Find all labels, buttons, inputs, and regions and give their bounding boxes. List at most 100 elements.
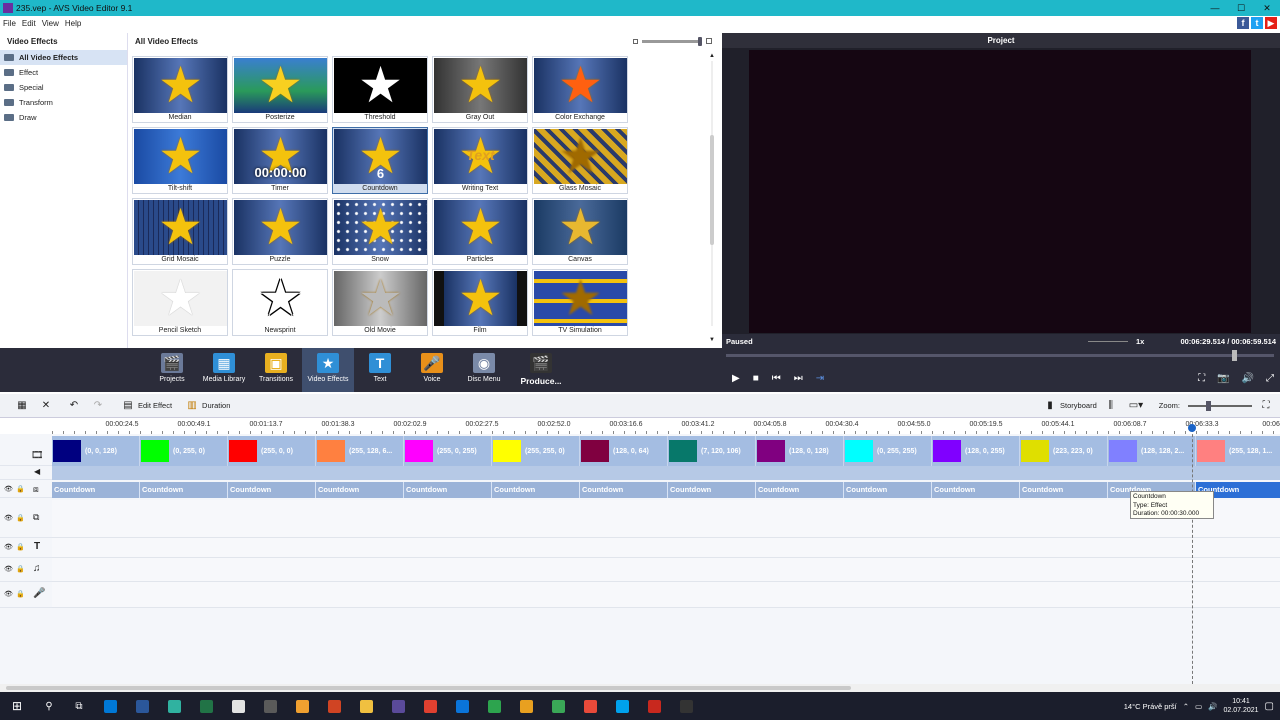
weather-widget[interactable]: 14°C Právě prší [1124, 702, 1177, 711]
taskbar-app-icon[interactable] [286, 692, 318, 720]
lock-icon[interactable]: 🔒 [16, 565, 25, 573]
video-clip[interactable]: (255, 128, 1... [1196, 436, 1280, 466]
toolbar-media-library-button[interactable]: ▦ Media Library [198, 348, 250, 392]
video-clip[interactable]: (128, 0, 64) [580, 436, 668, 466]
category-all-video-effects[interactable]: All Video Effects [0, 50, 127, 65]
effect-tile-timer[interactable]: ★ 00:00:00 Timer [232, 127, 328, 194]
visibility-eye-icon[interactable]: 👁 [4, 565, 13, 573]
effect-clip[interactable]: Countdown [228, 482, 316, 498]
taskbar-app-icon[interactable] [542, 692, 574, 720]
effect-clip[interactable]: Countdown [316, 482, 404, 498]
network-icon[interactable]: ▭ [1195, 702, 1202, 711]
menu-edit[interactable]: Edit [19, 19, 39, 28]
toolbar-video-effects-button[interactable]: ★ Video Effects [302, 348, 354, 392]
video-clip[interactable]: (223, 223, 0) [1020, 436, 1108, 466]
audio-mixer-icon[interactable]: ⫼ [1105, 400, 1121, 412]
thumbnail-size-control[interactable] [633, 36, 712, 46]
windows-start-icon[interactable]: ⊞ [0, 692, 34, 720]
lock-icon[interactable]: 🔒 [16, 514, 25, 522]
fullscreen-icon[interactable]: ⤢ [1266, 373, 1274, 384]
visibility-eye-icon[interactable]: 👁 [4, 485, 13, 493]
small-size-icon[interactable] [633, 38, 638, 44]
storyboard-button[interactable]: ▮ Storyboard [1044, 400, 1096, 412]
delete-icon[interactable]: ✕ [40, 400, 56, 412]
youtube-icon[interactable]: ▶ [1265, 17, 1277, 29]
taskbar-app-icon[interactable] [190, 692, 222, 720]
notifications-icon[interactable]: ▢ [1265, 701, 1274, 712]
menu-view[interactable]: View [39, 19, 62, 28]
taskbar-app-icon[interactable] [478, 692, 510, 720]
seek-bar[interactable] [726, 350, 1274, 361]
timeline-cursor[interactable] [1192, 424, 1193, 684]
timeline-settings-icon[interactable]: ▦ [16, 400, 32, 412]
video-clip[interactable]: (128, 0, 255) [932, 436, 1020, 466]
text-track[interactable] [52, 538, 1280, 558]
category-transform[interactable]: Transform [0, 95, 127, 110]
taskbar-app-icon[interactable] [670, 692, 702, 720]
taskbar-app-icon[interactable] [446, 692, 478, 720]
taskbar-app-icon[interactable] [94, 692, 126, 720]
effect-tile-posterize[interactable]: ★ Posterize [232, 56, 328, 123]
effect-tile-grid-mosaic[interactable]: ★ Grid Mosaic [132, 198, 228, 265]
effect-clip[interactable]: Countdown [844, 482, 932, 498]
task-view-icon[interactable]: ⧉ [64, 692, 94, 720]
taskbar-app-icon[interactable] [350, 692, 382, 720]
visibility-eye-icon[interactable]: 👁 [4, 514, 13, 522]
lock-icon[interactable]: 🔒 [16, 543, 25, 551]
timeline-ruler[interactable]: 00:00:24.5 00:00:49.1 00:01:13.7 00:01:38.3… [52, 421, 1280, 434]
facebook-icon[interactable]: f [1237, 17, 1249, 29]
effect-tile-puzzle[interactable]: ★ Puzzle [232, 198, 328, 265]
video-clip[interactable]: (255, 0, 0) [228, 436, 316, 466]
jump-marker-icon[interactable]: ⇥ [816, 373, 824, 384]
video-clip[interactable]: (0, 0, 128) [52, 436, 140, 466]
close-button[interactable]: ✕ [1254, 0, 1280, 16]
taskbar-app-icon[interactable] [382, 692, 414, 720]
timeline-scrollbar[interactable] [0, 684, 1280, 692]
effect-tile-pencil-sketch[interactable]: ★ Pencil Sketch [132, 269, 228, 336]
fit-screen-icon[interactable]: ⛶ [1198, 373, 1205, 384]
gallery-scrollbar[interactable]: ▲ ▼ [708, 53, 716, 343]
taskbar-app-icon[interactable] [414, 692, 446, 720]
lock-icon[interactable]: 🔒 [16, 590, 25, 598]
effect-tile-old-movie[interactable]: ★ Old Movie [332, 269, 428, 336]
effect-tile-color-exchange[interactable]: ★ Color Exchange [532, 56, 628, 123]
speed-slider[interactable] [1088, 341, 1128, 342]
effect-tile-countdown[interactable]: ★ 6 Countdown [332, 127, 428, 194]
toolbar-voice-button[interactable]: 🎤 Voice [406, 348, 458, 392]
audio-track[interactable] [52, 466, 1280, 480]
fit-timeline-icon[interactable]: ⛶ [1260, 400, 1276, 412]
zoom-slider[interactable] [1188, 400, 1252, 411]
visibility-eye-icon[interactable]: 👁 [4, 543, 13, 551]
taskbar-app-icon[interactable] [254, 692, 286, 720]
minimize-button[interactable]: — [1202, 0, 1228, 16]
effect-clip[interactable]: Countdown [580, 482, 668, 498]
seek-handle[interactable] [1231, 350, 1237, 361]
effect-clip[interactable]: Countdown [668, 482, 756, 498]
timeline-cursor-head[interactable] [1188, 424, 1196, 432]
snapshot-icon[interactable]: 📷 [1217, 373, 1229, 384]
video-clip[interactable]: (255, 0, 255) [404, 436, 492, 466]
tray-speaker-icon[interactable]: 🔊 [1208, 702, 1217, 711]
maximize-button[interactable]: ☐ [1228, 0, 1254, 16]
voice-track[interactable] [52, 582, 1280, 608]
video-clip[interactable]: (255, 255, 0) [492, 436, 580, 466]
video-clip[interactable]: (255, 128, 6... [316, 436, 404, 466]
toolbar-disc-menu-button[interactable]: ◉ Disc Menu [458, 348, 510, 392]
toolbar-transitions-button[interactable]: ▣ Transitions [250, 348, 302, 392]
undo-icon[interactable]: ↶ [68, 400, 84, 412]
play-icon[interactable]: ▶ [732, 373, 740, 384]
effect-tile-particles[interactable]: ★ Particles [432, 198, 528, 265]
effect-clip[interactable]: Countdown [1020, 482, 1108, 498]
effect-tile-canvas[interactable]: ★ Canvas [532, 198, 628, 265]
tray-arrow-icon[interactable]: ⌃ [1183, 702, 1189, 711]
taskbar-app-icon[interactable] [606, 692, 638, 720]
music-track[interactable] [52, 558, 1280, 582]
volume-icon[interactable]: 🔊 [1242, 373, 1254, 384]
view-mode-icon[interactable]: ▭▾ [1129, 400, 1145, 412]
effect-tile-film[interactable]: ★ Film [432, 269, 528, 336]
toolbar-projects-button[interactable]: 🎬 Projects [146, 348, 198, 392]
video-clip[interactable]: (0, 255, 0) [140, 436, 228, 466]
video-clip[interactable]: (0, 255, 255) [844, 436, 932, 466]
effect-clip[interactable]: Countdown [932, 482, 1020, 498]
category-effect[interactable]: Effect [0, 65, 127, 80]
